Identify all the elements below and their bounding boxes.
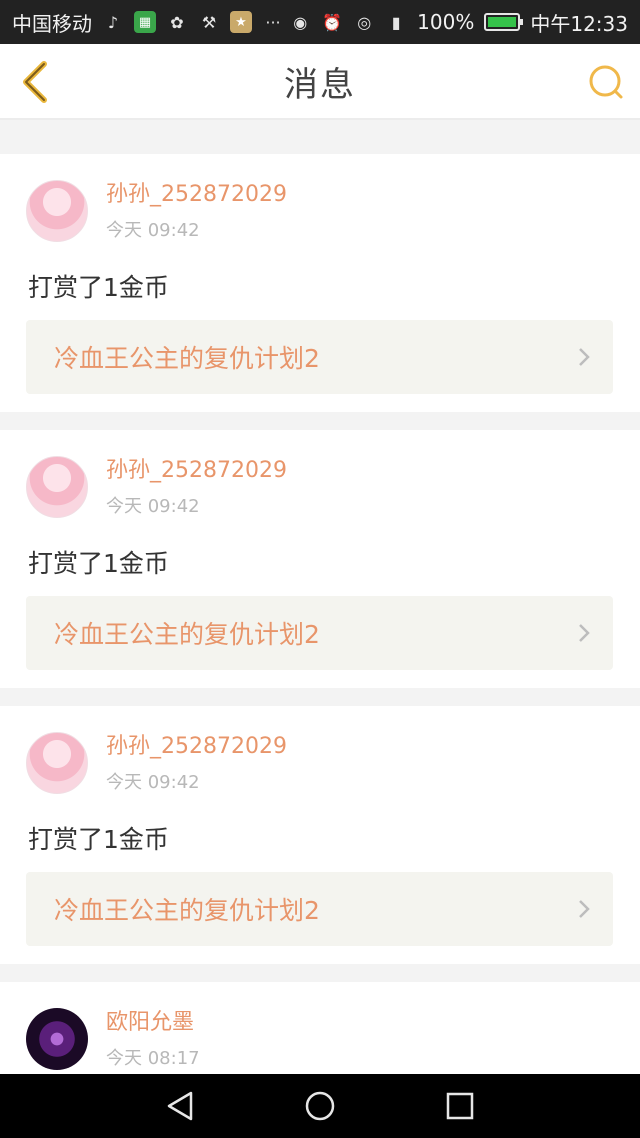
back-triangle-icon — [167, 1091, 193, 1121]
hotspot-icon: ◉ — [293, 12, 308, 32]
battery-percent: 100% — [417, 10, 475, 34]
message-text: 打赏了1金币 — [28, 549, 169, 578]
message-meta: 孙孙_252872029 今天 09:42 — [106, 456, 287, 518]
chevron-right-icon — [577, 346, 591, 368]
header: 消息 — [0, 44, 640, 120]
book-title: 冷血王公主的复仇计划2 — [54, 896, 320, 925]
message-card: 欧阳允墨 今天 08:17 — [0, 982, 640, 1074]
nav-home-button[interactable] — [290, 1076, 350, 1136]
book-link[interactable]: 冷血王公主的复仇计划2 — [26, 872, 613, 946]
tiktok-icon: ♪ — [107, 12, 119, 32]
message-time: 今天 08:17 — [106, 1048, 200, 1069]
message-card: 孙孙_252872029 今天 09:42 打赏了1金币 冷血王公主的复仇计划2 — [0, 430, 640, 688]
message-header: 孙孙_252872029 今天 09:42 — [26, 456, 287, 518]
recents-square-icon — [446, 1092, 474, 1120]
message-meta: 孙孙_252872029 今天 09:42 — [106, 732, 287, 794]
message-card: 孙孙_252872029 今天 09:42 打赏了1金币 冷血王公主的复仇计划2 — [0, 154, 640, 412]
message-meta: 孙孙_252872029 今天 09:42 — [106, 180, 287, 242]
message-time: 今天 09:42 — [106, 772, 200, 793]
nav-recents-button[interactable] — [430, 1076, 490, 1136]
message-text: 打赏了1金币 — [28, 825, 169, 854]
eye-icon: ◎ — [357, 12, 372, 32]
username-link[interactable]: 孙孙_252872029 — [106, 180, 287, 210]
message-header: 孙孙_252872029 今天 09:42 — [26, 732, 287, 794]
app-flower-icon: ✿ — [170, 12, 184, 32]
clock: 中午12:33 — [530, 11, 628, 36]
book-link[interactable]: 冷血王公主的复仇计划2 — [26, 596, 613, 670]
message-text: 打赏了1金币 — [28, 273, 169, 302]
username-link[interactable]: 欧阳允墨 — [106, 1008, 200, 1038]
signal-4g-icon: ▮ — [391, 12, 401, 32]
username-link[interactable]: 孙孙_252872029 — [106, 732, 287, 762]
status-right: ◉ ⏰ ◎ ▮ 100% 中午12:33 — [289, 8, 628, 37]
chevron-right-icon — [577, 622, 591, 644]
message-meta: 欧阳允墨 今天 08:17 — [106, 1008, 200, 1070]
app-star-icon: ★ — [230, 11, 252, 33]
book-title: 冷血王公主的复仇计划2 — [54, 344, 320, 373]
search-button[interactable] — [586, 62, 626, 102]
carrier-label: 中国移动 — [12, 11, 92, 36]
battery-fill — [488, 17, 517, 27]
battery-icon — [484, 13, 524, 31]
message-card: 孙孙_252872029 今天 09:42 打赏了1金币 冷血王公主的复仇计划2 — [0, 706, 640, 964]
nav-back-button[interactable] — [150, 1076, 210, 1136]
status-bar: 中国移动 ♪ ▦ ✿ ⚒ ★ ··· ◉ ⏰ ◎ ▮ 100% 中午12:33 — [0, 0, 640, 44]
chevron-left-icon — [23, 61, 47, 103]
message-time: 今天 09:42 — [106, 220, 200, 241]
home-circle-icon — [305, 1091, 335, 1121]
app-green-icon: ▦ — [134, 11, 156, 33]
back-button[interactable] — [14, 58, 54, 106]
page-title: 消息 — [284, 64, 356, 105]
book-title: 冷血王公主的复仇计划2 — [54, 620, 320, 649]
book-link[interactable]: 冷血王公主的复仇计划2 — [26, 320, 613, 394]
chevron-right-icon — [577, 898, 591, 920]
message-time: 今天 09:42 — [106, 496, 200, 517]
avatar[interactable] — [26, 180, 88, 242]
app-tool-icon: ⚒ — [201, 12, 217, 32]
status-left: 中国移动 ♪ ▦ ✿ ⚒ ★ ··· — [12, 8, 284, 37]
navigation-bar — [0, 1074, 640, 1138]
username-link[interactable]: 孙孙_252872029 — [106, 456, 287, 486]
more-icon: ··· — [265, 12, 281, 32]
alarm-icon: ⏰ — [322, 12, 343, 32]
search-icon — [589, 65, 623, 99]
avatar[interactable] — [26, 1008, 88, 1070]
message-list[interactable]: 孙孙_252872029 今天 09:42 打赏了1金币 冷血王公主的复仇计划2… — [0, 120, 640, 1074]
avatar[interactable] — [26, 456, 88, 518]
message-header: 孙孙_252872029 今天 09:42 — [26, 180, 287, 242]
message-header: 欧阳允墨 今天 08:17 — [26, 1008, 200, 1070]
avatar[interactable] — [26, 732, 88, 794]
